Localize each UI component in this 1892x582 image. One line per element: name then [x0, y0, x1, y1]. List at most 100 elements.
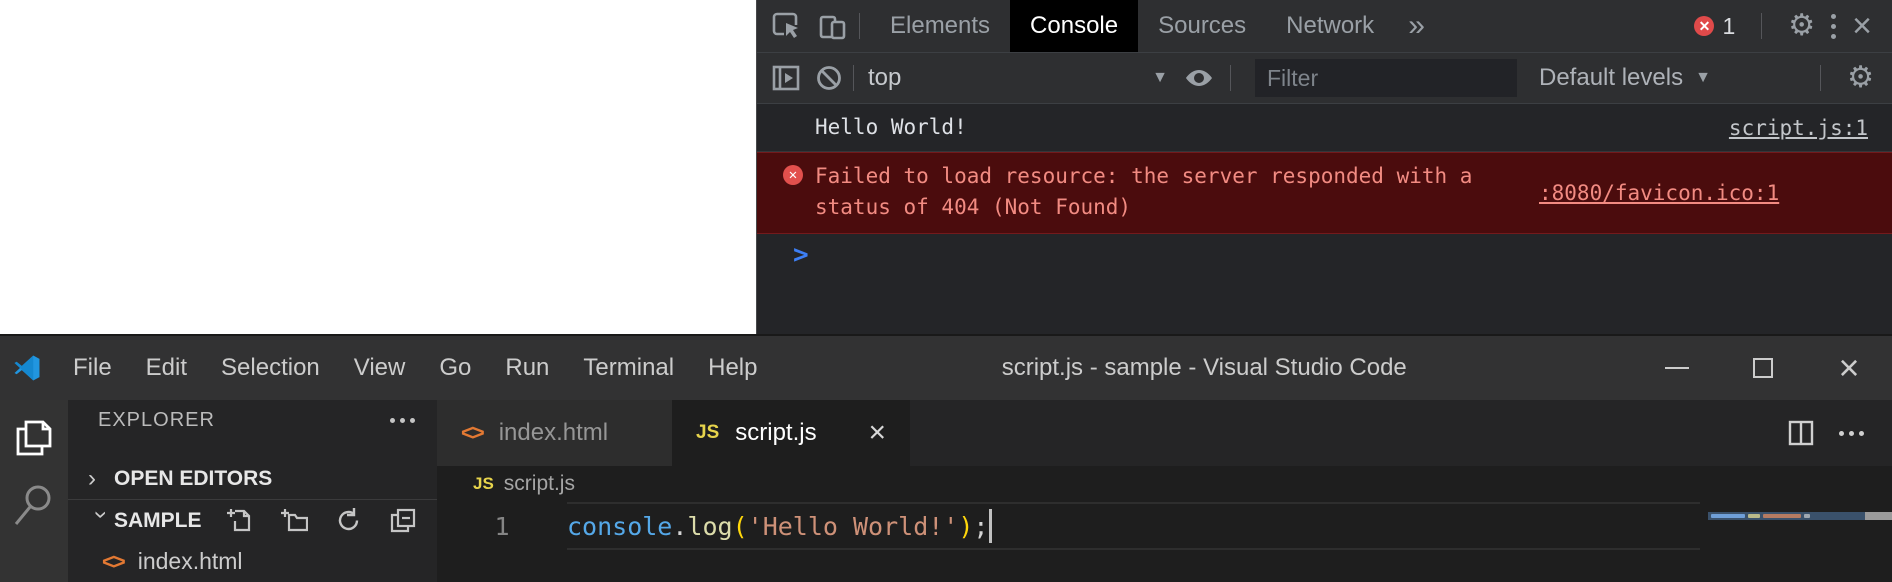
console-log-row: Hello World! script.js:1 [757, 104, 1892, 152]
split-editor-icon[interactable] [1787, 419, 1815, 447]
more-tabs-icon[interactable]: » [1394, 0, 1439, 52]
code-line-1[interactable]: 1 console.log('Hello World!'); [437, 502, 1892, 550]
editor-body: JS script.js 1 console.log('Hello World!… [437, 466, 1892, 582]
search-activity-icon[interactable] [12, 482, 56, 528]
chevron-down-icon: › [87, 510, 115, 536]
token-open-paren: ( [733, 512, 748, 541]
maximize-icon [1753, 358, 1773, 378]
menu-view[interactable]: View [337, 354, 423, 382]
explorer-more-actions-icon[interactable] [390, 418, 415, 423]
console-sidebar-toggle-icon[interactable] [771, 63, 801, 93]
editor-tab-script-js[interactable]: JS script.js × [672, 400, 910, 466]
console-toolbar: top ▼ Default levels ▼ ⚙ [757, 52, 1892, 104]
token-semicolon: ; [973, 512, 988, 541]
explorer-title: EXPLORER [98, 409, 215, 432]
editor-more-actions-icon[interactable] [1839, 431, 1864, 436]
console-filter-input[interactable] [1255, 59, 1517, 97]
activity-bar [0, 400, 68, 582]
menu-selection[interactable]: Selection [204, 354, 337, 382]
clear-console-icon[interactable] [815, 64, 843, 92]
tab-console[interactable]: Console [1010, 0, 1138, 52]
token-string: 'Hello World!' [748, 512, 959, 541]
devtools-panel: Elements Console Sources Network » ✕ 1 ⚙… [756, 0, 1892, 334]
devtools-kebab-menu-icon[interactable] [1831, 14, 1836, 39]
token-console: console [567, 512, 672, 541]
js-file-icon: JS [473, 474, 494, 494]
vscode-window: File Edit Selection View Go Run Terminal… [0, 334, 1892, 582]
refresh-icon[interactable] [335, 507, 362, 534]
html-file-icon: <> [102, 549, 124, 575]
file-item-index-html[interactable]: <> index.html [68, 541, 437, 582]
menu-file[interactable]: File [56, 354, 129, 382]
log-message-text: Hello World! [815, 112, 1705, 143]
prompt-chevron-icon: > [793, 240, 809, 270]
menu-go[interactable]: Go [422, 354, 488, 382]
menu-edit[interactable]: Edit [129, 354, 204, 382]
chevron-down-icon: ▼ [1152, 69, 1168, 87]
collapse-all-icon[interactable] [389, 507, 417, 534]
explorer-header: EXPLORER [68, 400, 437, 441]
console-message-list: Hello World! script.js:1 ✕ Failed to loa… [757, 104, 1892, 334]
divider [853, 65, 854, 91]
error-icon: ✕ [783, 165, 803, 185]
device-toolbar-icon[interactable] [817, 10, 849, 42]
maximize-button[interactable] [1720, 336, 1806, 400]
token-dot: . [672, 512, 687, 541]
menu-terminal[interactable]: Terminal [566, 354, 691, 382]
new-file-icon[interactable] [226, 507, 253, 534]
error-count-badge[interactable]: ✕ 1 [1694, 13, 1735, 40]
tab-network[interactable]: Network [1266, 0, 1394, 52]
text-cursor [989, 509, 992, 543]
console-prompt[interactable]: > [757, 234, 1892, 276]
log-source-link[interactable]: script.js:1 [1729, 116, 1868, 140]
tab-close-icon[interactable]: × [868, 418, 886, 448]
minimize-button[interactable] [1634, 336, 1720, 400]
close-icon: × [1838, 350, 1859, 386]
tab-sources[interactable]: Sources [1138, 0, 1266, 52]
divider [859, 13, 860, 39]
log-levels-dropdown[interactable]: Default levels ▼ [1539, 64, 1711, 92]
chevron-down-icon: ▼ [1695, 69, 1711, 87]
explorer-activity-icon[interactable] [13, 416, 55, 460]
close-button[interactable]: × [1806, 336, 1892, 400]
context-selector[interactable]: top ▼ [868, 64, 1168, 92]
minimap[interactable] [1708, 512, 1892, 520]
inspect-element-icon[interactable] [771, 10, 803, 42]
console-error-row: ✕ Failed to load resource: the server re… [757, 152, 1892, 234]
divider [1761, 13, 1762, 39]
editor-tab-index-html[interactable]: <> index.html [437, 400, 672, 466]
open-editors-section[interactable]: › OPEN EDITORS [68, 459, 437, 500]
html-file-icon: <> [461, 420, 483, 446]
error-circle-icon: ✕ [1694, 16, 1714, 36]
js-file-icon: JS [696, 422, 719, 444]
console-settings-icon[interactable]: ⚙ [1847, 63, 1874, 93]
folder-section-sample[interactable]: › SAMPLE [68, 500, 437, 541]
live-expression-eye-icon[interactable] [1182, 61, 1216, 95]
vscode-titlebar: File Edit Selection View Go Run Terminal… [0, 336, 1892, 400]
divider [1230, 65, 1231, 91]
line-number: 1 [437, 512, 567, 541]
minimize-icon [1665, 367, 1689, 369]
devtools-tabbar: Elements Console Sources Network » ✕ 1 ⚙… [757, 0, 1892, 52]
divider [1820, 65, 1821, 91]
window-title: script.js - sample - Visual Studio Code [774, 354, 1634, 382]
devtools-settings-icon[interactable]: ⚙ [1788, 11, 1815, 41]
vscode-logo-icon[interactable] [14, 355, 40, 381]
token-close-paren: ) [958, 512, 973, 541]
new-folder-icon[interactable] [280, 507, 308, 534]
token-log: log [687, 512, 732, 541]
editor-group: <> index.html JS script.js × [437, 400, 1892, 582]
chevron-right-icon: › [88, 465, 114, 493]
error-message-text: Failed to load resource: the server resp… [815, 161, 1515, 223]
overview-ruler-cursor-mark[interactable] [1865, 512, 1892, 520]
error-source-link[interactable]: :8080/favicon.ico:1 [1539, 181, 1779, 205]
menu-help[interactable]: Help [691, 354, 774, 382]
current-line: console.log('Hello World!'); [567, 502, 1700, 550]
tab-elements[interactable]: Elements [870, 0, 1010, 52]
devtools-close-icon[interactable]: × [1852, 9, 1872, 43]
editor-tabsbar: <> index.html JS script.js × [437, 400, 1892, 466]
browser-viewport[interactable] [0, 0, 756, 334]
menu-run[interactable]: Run [488, 354, 566, 382]
breadcrumb[interactable]: JS script.js [437, 466, 1892, 502]
minimap-current-line [1708, 512, 1865, 520]
